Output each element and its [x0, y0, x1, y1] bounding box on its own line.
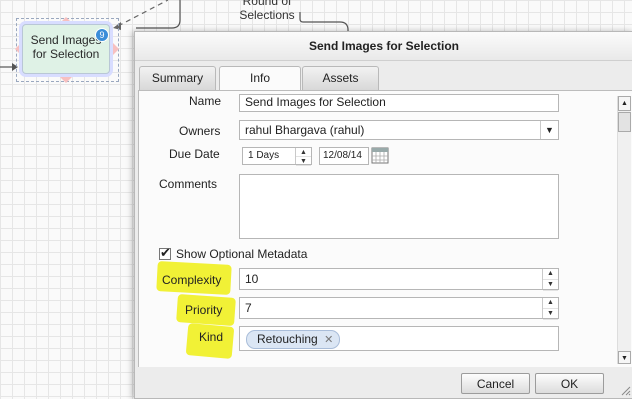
node-handle-bottom[interactable] [59, 76, 73, 90]
spin-up-icon[interactable]: ▲ [543, 298, 558, 309]
tab-assets[interactable]: Assets [302, 66, 379, 90]
owners-select[interactable]: rahul Bhargava (rahul) ▼ [239, 120, 559, 140]
priority-spin[interactable]: ▲ ▼ [542, 298, 558, 320]
spin-down-icon[interactable]: ▼ [296, 157, 311, 166]
kind-tag-chip[interactable]: Retouching ✕ [246, 330, 341, 349]
due-days-spin[interactable]: ▲ ▼ [295, 148, 311, 166]
due-days-value: 1 Days [248, 150, 280, 161]
checkmark-icon: ✔ [160, 245, 171, 260]
complexity-spin[interactable]: ▲ ▼ [542, 269, 558, 291]
node-handle-right[interactable] [112, 42, 126, 56]
spin-down-icon[interactable]: ▼ [543, 280, 558, 291]
complexity-label: Complexity [162, 273, 222, 287]
show-optional-checkbox[interactable]: ✔ [159, 245, 171, 260]
kind-tag-label: Retouching [257, 332, 318, 346]
node-status-badge: 9 [95, 28, 109, 42]
due-date-value: 12/08/14 [323, 150, 362, 161]
comments-textarea[interactable] [239, 174, 559, 239]
name-field[interactable]: Send Images for Selection [239, 94, 559, 112]
tab-summary[interactable]: Summary [139, 66, 216, 90]
calendar-icon[interactable] [371, 146, 389, 164]
spin-up-icon[interactable]: ▲ [543, 269, 558, 280]
tab-info[interactable]: Info [219, 66, 301, 92]
kind-label: Kind [199, 330, 224, 344]
scroll-down-icon[interactable]: ▼ [618, 351, 631, 364]
kind-tag-input[interactable]: Retouching ✕ [239, 326, 559, 351]
complexity-value: 10 [245, 272, 259, 286]
priority-stepper[interactable]: 7 ▲ ▼ [239, 297, 559, 320]
scroll-thumb[interactable] [618, 112, 631, 132]
spin-up-icon[interactable]: ▲ [296, 148, 311, 157]
priority-label: Priority [185, 303, 223, 317]
scroll-up-icon[interactable]: ▲ [618, 96, 631, 111]
due-days-stepper[interactable]: 1 Days ▲ ▼ [242, 147, 312, 166]
due-date-label: Due Date [169, 147, 220, 161]
node-handle-top[interactable] [59, 10, 73, 24]
dialog-send-images: Send Images for Selection Summary Info A… [134, 31, 632, 399]
resize-grip-icon[interactable] [619, 384, 631, 396]
node-handle-left[interactable] [8, 42, 22, 56]
panel-scrollbar[interactable]: ▲ ▼ [617, 96, 631, 364]
cancel-button[interactable]: Cancel [461, 373, 530, 394]
name-label: Name [189, 94, 222, 108]
priority-value: 7 [245, 301, 252, 315]
dialog-title[interactable]: Send Images for Selection [135, 32, 632, 61]
chevron-down-icon[interactable]: ▼ [540, 121, 558, 139]
due-date-field[interactable]: 12/08/14 [319, 147, 369, 165]
owners-label: Owners [179, 124, 221, 138]
show-optional-label: Show Optional Metadata [176, 247, 308, 261]
spin-down-icon[interactable]: ▼ [543, 309, 558, 320]
complexity-stepper[interactable]: 10 ▲ ▼ [239, 268, 559, 291]
comments-label: Comments [159, 177, 218, 191]
remove-tag-icon[interactable]: ✕ [324, 334, 333, 346]
round-of-selections-label: Round of Selections [239, 0, 295, 22]
info-panel: Name Send Images for Selection Owners ra… [138, 90, 632, 367]
ok-button[interactable]: OK [535, 373, 604, 394]
owners-value: rahul Bhargava (rahul) [245, 123, 365, 137]
